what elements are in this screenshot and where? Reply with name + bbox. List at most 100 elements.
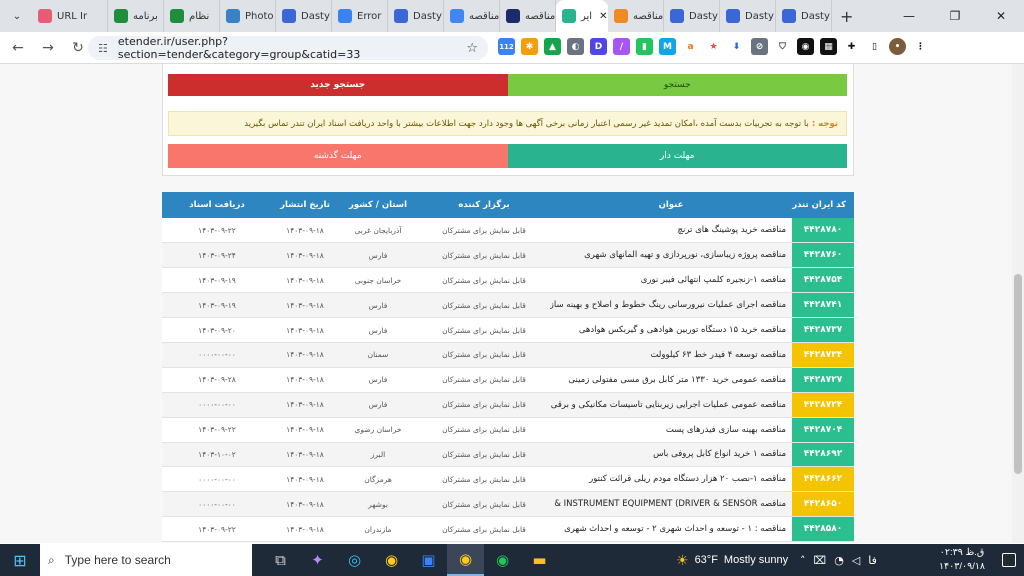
volume-icon[interactable]: ◁ xyxy=(852,554,860,567)
chevron-up-icon[interactable]: ˄ xyxy=(800,554,806,567)
new-search-button[interactable]: جستجو جدید xyxy=(168,74,508,96)
active-filter-button[interactable]: مهلت دار xyxy=(507,144,847,168)
cell-title[interactable]: مناقصه ۱-نصب ۲۰ هزار دستگاه مودم ریلی قر… xyxy=(550,466,792,493)
weather-widget[interactable]: ☀ 63°F Mostly sunny xyxy=(676,544,788,576)
clock[interactable]: ۰۲:۳۹ ق.ظ ۱۴۰۳/۰۹/۱۸ xyxy=(934,546,990,574)
browser-tab[interactable]: مناقصه xyxy=(500,0,556,32)
cell-code[interactable]: ۴۴۲۸۷۳۷ xyxy=(792,317,854,343)
browser-tab[interactable]: Dasty xyxy=(720,0,776,32)
table-row[interactable]: ۴۴۲۸۵۸۰ مناقصه : ۱ - توسعه و احداث شهری ۲… xyxy=(162,516,854,543)
download-icon[interactable]: ⬇ xyxy=(728,38,745,55)
extension-icon[interactable]: D xyxy=(590,38,607,55)
browser-tab[interactable]: ایر ✕ xyxy=(556,0,608,32)
search-button[interactable]: جستجو xyxy=(507,74,847,96)
browser-tab[interactable]: Error xyxy=(332,0,388,32)
header-code[interactable]: کد ایران تندر xyxy=(792,192,854,218)
bookmark-star-icon[interactable]: ☆ xyxy=(466,41,478,56)
file-explorer-icon[interactable]: ▬ xyxy=(521,544,558,576)
avatar[interactable]: • xyxy=(889,38,906,55)
cell-title[interactable]: مناقصه INSTRUMENT EQUIPMENT (DRIVER & SE… xyxy=(550,491,792,518)
table-row[interactable]: ۴۴۲۸۷۴۱ مناقصه اجرای عملیات نیرورسانی رین… xyxy=(162,292,854,319)
table-row[interactable]: ۴۴۲۸۷۰۴ مناقصه بهینه سازی فیدرهای پست قابل… xyxy=(162,417,854,443)
wifi-icon[interactable]: ◔ xyxy=(834,554,844,567)
tab-search-icon[interactable]: ⌄ xyxy=(6,5,28,27)
cell-code[interactable]: ۴۴۲۸۶۶۲ xyxy=(792,466,854,493)
edge-icon[interactable]: ◎ xyxy=(336,544,373,576)
chrome-icon[interactable]: ◉ xyxy=(373,544,410,576)
tab-close-icon[interactable]: ✕ xyxy=(599,11,607,22)
extension-icon[interactable]: ◐ xyxy=(567,38,584,55)
cell-title[interactable]: مناقصه ۱-زنجیره کلمپ انتهائی فیبر نوری xyxy=(550,267,792,294)
back-icon[interactable]: ← xyxy=(6,36,30,60)
header-province[interactable]: استان / کشور xyxy=(338,192,418,218)
sidebar-icon[interactable]: ▯ xyxy=(866,38,883,55)
cell-title[interactable]: مناقصه توسعه ۴ فیدر خط ۶۳ کیلوولت xyxy=(550,342,792,368)
cell-code[interactable]: ۴۴۲۸۷۳۴ xyxy=(792,342,854,368)
cell-title[interactable]: مناقصه بهینه سازی فیدرهای پست xyxy=(550,417,792,443)
table-row[interactable]: ۴۴۲۸۷۳۴ مناقصه توسعه ۴ فیدر خط ۶۳ کیلوولت… xyxy=(162,342,854,368)
windows-start-icon[interactable]: ⊞ xyxy=(0,544,40,576)
cell-title[interactable]: مناقصه : ۱ - توسعه و احداث شهری ۲ - توسع… xyxy=(550,516,792,543)
cell-title[interactable]: مناقصه عمومی عملیات اجرایی زیربنایی تاسی… xyxy=(550,392,792,418)
chrome-active-icon[interactable]: ◉ xyxy=(447,544,484,576)
puzzle-icon[interactable]: ✚ xyxy=(843,38,860,55)
cell-code[interactable]: ۴۴۲۸۷۸۰ xyxy=(792,218,854,244)
close-window-icon[interactable]: ✕ xyxy=(978,0,1024,32)
notification-icon[interactable] xyxy=(1002,553,1016,567)
browser-tab[interactable]: Dasty xyxy=(276,0,332,32)
extension-badge-icon[interactable]: 112 xyxy=(498,38,515,55)
browser-tab[interactable]: نظام xyxy=(164,0,220,32)
cell-code[interactable]: ۴۴۲۸۷۰۴ xyxy=(792,417,854,443)
expired-filter-button[interactable]: مهلت گذشته xyxy=(168,144,508,168)
scrollbar[interactable] xyxy=(1012,64,1024,543)
extension-icon[interactable]: ▦ xyxy=(820,38,837,55)
task-view-icon[interactable]: ⧉ xyxy=(262,544,299,576)
browser-tab[interactable]: Dasty xyxy=(776,0,832,32)
header-title[interactable]: عنوان xyxy=(550,192,792,218)
copilot-icon[interactable]: ✦ xyxy=(299,544,336,576)
table-row[interactable]: ۴۴۲۸۷۲۴ مناقصه عمومی عملیات اجرایی زیربنا… xyxy=(162,392,854,418)
table-row[interactable]: ۴۴۲۸۷۸۰ مناقصه خرید پوشینگ های ترنچ قابل ن… xyxy=(162,218,854,244)
url-input[interactable]: ☷ etender.ir/user.php?section=tender&cat… xyxy=(88,35,488,61)
cell-title[interactable]: مناقصه خرید ۱۵ دستگاه توربین هوادهی و گی… xyxy=(550,317,792,343)
extension-icon[interactable]: ✱ xyxy=(521,38,538,55)
cell-title[interactable]: مناقصه خرید پوشینگ های ترنچ xyxy=(550,218,792,244)
header-organizer[interactable]: برگزار کننده xyxy=(418,192,550,218)
network-icon[interactable]: ⌧ xyxy=(814,554,827,567)
table-row[interactable]: ۴۴۲۸۶۶۲ مناقصه ۱-نصب ۲۰ هزار دستگاه مودم … xyxy=(162,466,854,493)
cell-code[interactable]: ۴۴۲۸۷۵۴ xyxy=(792,267,854,294)
shield-icon[interactable]: ⛉ xyxy=(774,38,791,55)
menu-dots-icon[interactable]: ⋮ xyxy=(912,38,929,55)
header-deadline[interactable]: دریافت اسناد xyxy=(162,192,272,218)
extension-icon[interactable]: ◉ xyxy=(797,38,814,55)
minimize-icon[interactable]: — xyxy=(886,0,932,32)
cell-code[interactable]: ۴۴۲۸۶۹۲ xyxy=(792,442,854,468)
header-published[interactable]: تاریخ انتشار xyxy=(272,192,338,218)
extension-icon[interactable]: ★ xyxy=(705,38,722,55)
browser-tab[interactable]: Photo xyxy=(220,0,276,32)
maximize-icon[interactable]: ❐ xyxy=(932,0,978,32)
cell-code[interactable]: ۴۴۲۸۷۲۴ xyxy=(792,392,854,418)
cell-code[interactable]: ۴۴۲۸۵۸۰ xyxy=(792,516,854,543)
table-row[interactable]: ۴۴۲۸۷۵۴ مناقصه ۱-زنجیره کلمپ انتهائی فیبر… xyxy=(162,267,854,294)
table-row[interactable]: ۴۴۲۸۶۵۰ مناقصه INSTRUMENT EQUIPMENT (DRIV… xyxy=(162,491,854,518)
table-row[interactable]: ۴۴۲۸۷۲۷ مناقصه عمومی خرید ۱۳۳۰ متر کابل ب… xyxy=(162,367,854,393)
extension-icon[interactable]: ▲ xyxy=(544,38,561,55)
app-icon[interactable]: ▣ xyxy=(410,544,447,576)
table-row[interactable]: ۴۴۲۸۶۹۲ مناقصه ۱ خرید انواع کابل پروفی با… xyxy=(162,442,854,468)
extension-icon[interactable]: M xyxy=(659,38,676,55)
table-row[interactable]: ۴۴۲۸۷۳۷ مناقصه خرید ۱۵ دستگاه توربین هواد… xyxy=(162,317,854,343)
cell-code[interactable]: ۴۴۲۸۷۶۰ xyxy=(792,242,854,269)
taskbar-search-input[interactable]: ⌕ Type here to search xyxy=(40,544,252,576)
browser-tab[interactable]: Dasty xyxy=(664,0,720,32)
extension-icon[interactable]: ∕ xyxy=(613,38,630,55)
cell-title[interactable]: مناقصه اجرای عملیات نیرورسانی رینگ خطوط … xyxy=(550,292,792,319)
cell-code[interactable]: ۴۴۲۸۶۵۰ xyxy=(792,491,854,518)
cell-title[interactable]: مناقصه پروژه زیباسازی، نورپردازی و تهیه … xyxy=(550,242,792,269)
forward-icon[interactable]: → xyxy=(36,36,60,60)
browser-tab[interactable]: مناقصه xyxy=(444,0,500,32)
reload-icon[interactable]: ↻ xyxy=(66,36,90,60)
cell-code[interactable]: ۴۴۲۸۷۲۷ xyxy=(792,367,854,393)
new-tab-button[interactable]: + xyxy=(840,7,853,26)
extension-icon[interactable]: a xyxy=(682,38,699,55)
